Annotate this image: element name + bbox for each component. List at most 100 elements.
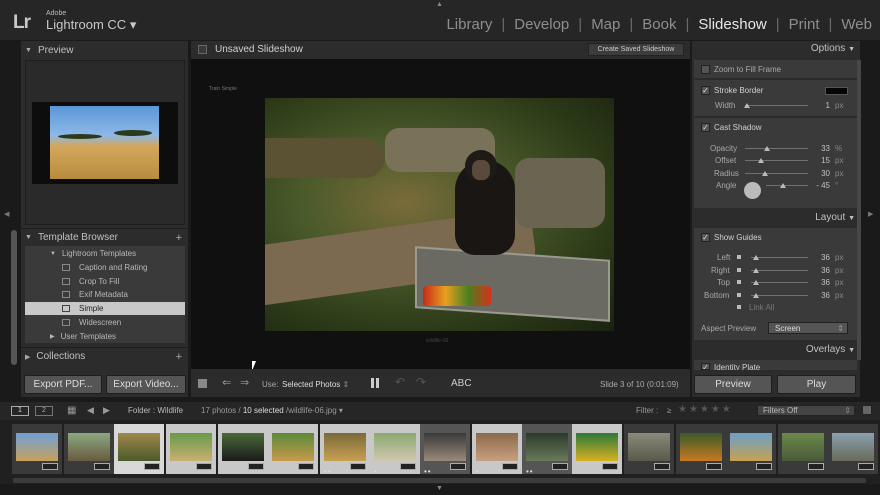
add-text-button[interactable]: ABC [451,378,472,389]
collections-header[interactable]: ▶ Collections + [21,347,188,365]
overlays-header[interactable]: Overlays ▼ [692,344,855,355]
module-slideshow[interactable]: Slideshow [698,16,766,33]
module-book[interactable]: Book [642,16,676,33]
opacity-value[interactable]: 33 [812,144,830,153]
export-pdf-button[interactable]: Export PDF... [24,375,102,394]
angle-dial[interactable] [744,182,761,199]
stroke-color-swatch[interactable] [825,87,848,95]
top-guide-slider[interactable] [751,282,808,283]
star-rating-filter[interactable]: ★★★★★ [678,404,733,415]
cast-shadow-checkbox[interactable]: ✓ [701,123,710,132]
module-web[interactable]: Web [841,16,872,33]
right-guide-link-icon[interactable] [737,268,741,272]
filmstrip-thumb[interactable] [268,424,318,474]
use-select[interactable]: Selected Photos ⇕ [282,380,349,389]
preview-button[interactable]: Preview [694,375,772,394]
module-develop[interactable]: Develop [514,16,569,33]
bottom-guide-link-icon[interactable] [737,293,741,297]
template-crop-to-fill[interactable]: Crop To Fill [25,275,185,288]
folder-user-templates[interactable]: ▶ User Templates [25,330,185,343]
filmstrip-thumb[interactable] [778,424,828,474]
bottom-guide-knob[interactable] [753,293,759,298]
filmstrip-thumb[interactable] [114,424,164,474]
filmstrip-thumb[interactable] [624,424,674,474]
product-name[interactable]: Lightroom CC ▾ [46,17,136,33]
collapse-top-arrow-icon[interactable]: ▲ [436,1,443,8]
pause-icon[interactable] [371,378,374,388]
collapse-bottom-arrow-icon[interactable]: ▼ [436,485,443,492]
filmstrip-thumb[interactable] [166,424,216,474]
angle-value[interactable]: - 45 [812,181,830,190]
angle-slider-knob[interactable] [780,183,786,188]
folder-lightroom-templates[interactable]: ▼ Lightroom Templates [25,247,185,260]
template-exif-metadata[interactable]: Exif Metadata [25,288,185,301]
module-map[interactable]: Map [591,16,620,33]
template-caption-and-rating[interactable]: Caption and Rating [25,261,185,274]
right-scrollbar[interactable] [857,60,861,360]
rotate-right-icon[interactable]: ↷ [416,375,426,389]
left-guide-slider[interactable] [751,257,808,258]
offset-slider[interactable] [745,160,808,161]
rotate-left-icon[interactable]: ↶ [395,375,405,389]
right-guide-knob[interactable] [753,268,759,273]
next-slide-icon[interactable]: ⇒ [240,376,249,389]
preview-panel-header[interactable]: ▼ Preview [21,41,188,59]
aspect-preview-select[interactable]: Screen ⇕ [768,322,848,334]
module-library[interactable]: Library [446,16,492,33]
angle-slider[interactable] [766,185,808,186]
filter-operator[interactable]: ≥ [667,406,671,415]
top-guide-link-icon[interactable] [737,280,741,284]
options-header[interactable]: Options ▼ [692,43,855,54]
left-scrollbar[interactable] [11,230,17,365]
left-guide-knob[interactable] [753,255,759,260]
stroke-border-checkbox[interactable]: ✓ [701,86,710,95]
filmstrip-thumb[interactable] [572,424,622,474]
template-browser-header[interactable]: ▼ Template Browser + [21,228,188,246]
filmstrip-scrollbar[interactable] [13,478,866,483]
bottom-guide-slider[interactable] [751,295,808,296]
link-all-label[interactable]: Link All [749,303,774,312]
left-guide-link-icon[interactable] [737,255,741,259]
radius-slider-knob[interactable] [762,171,768,176]
identity-plate-text[interactable]: Train Simple [209,86,237,92]
main-window-button[interactable]: 1 [11,406,29,416]
filmstrip-thumb[interactable] [726,424,776,474]
template-simple[interactable]: Simple [25,302,185,315]
show-guides-checkbox[interactable]: ✓ [701,233,710,242]
offset-slider-knob[interactable] [758,158,764,163]
back-arrow-icon[interactable]: ◀ [87,405,94,416]
bottom-guide-value[interactable]: 36 [812,291,830,300]
link-all-icon[interactable] [737,305,741,309]
filmstrip-thumb[interactable] [218,424,268,474]
add-collection-icon[interactable]: + [176,351,182,363]
module-print[interactable]: Print [789,16,820,33]
filmstrip-thumb[interactable] [676,424,726,474]
width-slider[interactable] [745,105,808,106]
opacity-slider-knob[interactable] [764,146,770,151]
filter-preset-select[interactable]: Filters Off ⇕ [757,405,855,416]
left-guide-value[interactable]: 36 [812,253,830,262]
filter-toggle-icon[interactable] [862,405,872,415]
slide-photo[interactable] [265,98,614,331]
layout-header[interactable]: Layout ▼ [692,212,855,223]
top-guide-knob[interactable] [753,280,759,285]
export-video-button[interactable]: Export Video... [106,375,186,394]
width-value[interactable]: 1 [812,101,830,110]
collapse-right-arrow-icon[interactable]: ▶ [868,210,873,218]
right-guide-slider[interactable] [751,270,808,271]
width-slider-knob[interactable] [744,103,750,108]
template-widescreen[interactable]: Widescreen [25,316,185,329]
identity-plate-checkbox[interactable]: ✓ [701,363,710,370]
collapse-left-arrow-icon[interactable]: ◀ [4,210,9,218]
second-window-button[interactable]: 2 [35,406,53,416]
filmstrip-thumb[interactable] [64,424,114,474]
stop-icon[interactable] [198,379,207,388]
top-guide-value[interactable]: 36 [812,278,830,287]
grid-view-icon[interactable]: ▦ [67,405,76,416]
zoom-to-fill-checkbox[interactable] [701,65,710,74]
photo-count-info[interactable]: 17 photos / 10 selected /wildlife-06.jpg… [201,406,343,415]
forward-arrow-icon[interactable]: ▶ [103,405,110,416]
previous-slide-icon[interactable]: ⇐ [222,376,231,389]
filmstrip-thumb[interactable] [12,424,62,474]
radius-slider[interactable] [745,173,808,174]
